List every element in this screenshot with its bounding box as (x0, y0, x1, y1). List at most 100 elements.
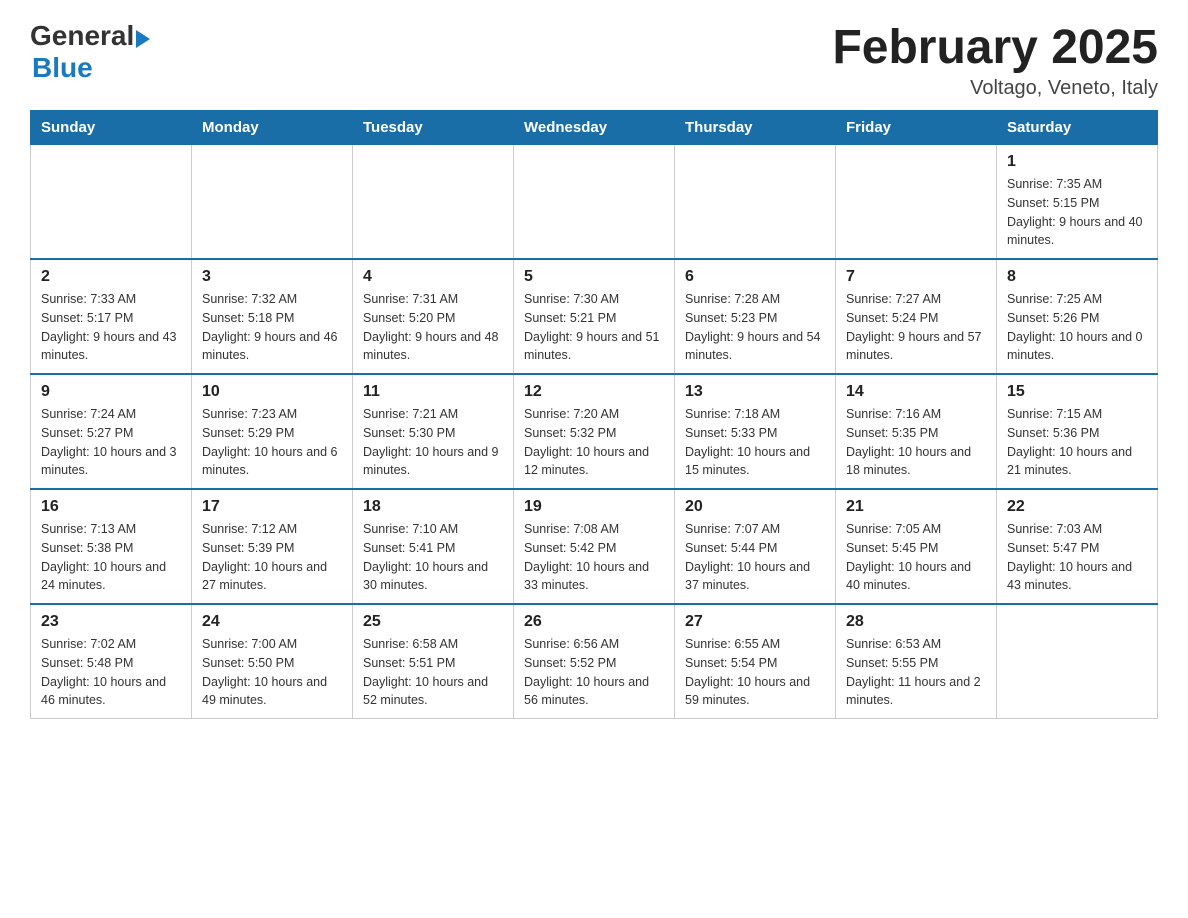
day-number: 13 (685, 383, 825, 401)
calendar-cell (675, 145, 836, 260)
day-number: 21 (846, 498, 986, 516)
day-number: 11 (363, 383, 503, 401)
calendar-cell: 24 Sunrise: 7:00 AMSunset: 5:50 PMDayligh… (192, 604, 353, 719)
day-number: 2 (41, 268, 181, 286)
day-info: Sunrise: 6:53 AMSunset: 5:55 PMDaylight:… (846, 635, 986, 710)
day-number: 25 (363, 613, 503, 631)
day-info: Sunrise: 7:31 AMSunset: 5:20 PMDaylight:… (363, 290, 503, 365)
calendar-cell: 27Sunrise: 6:55 AMSunset: 5:54 PMDayligh… (675, 604, 836, 719)
calendar-cell (31, 145, 192, 260)
weekday-header-row: Sunday Monday Tuesday Wednesday Thursday… (31, 111, 1158, 145)
day-number: 19 (524, 498, 664, 516)
header-wednesday: Wednesday (514, 111, 675, 145)
calendar-cell: 4 Sunrise: 7:31 AMSunset: 5:20 PMDaylight… (353, 259, 514, 374)
week-row-2: 2 Sunrise: 7:33 AMSunset: 5:17 PMDaylight… (31, 259, 1158, 374)
day-number: 9 (41, 383, 181, 401)
day-info: Sunrise: 7:13 AMSunset: 5:38 PMDaylight:… (41, 520, 181, 595)
day-number: 5 (524, 268, 664, 286)
logo-general-text: General (30, 20, 134, 52)
day-number: 24 (202, 613, 342, 631)
calendar-cell: 12Sunrise: 7:20 AMSunset: 5:32 PMDayligh… (514, 374, 675, 489)
day-info: Sunrise: 7:33 AMSunset: 5:17 PMDaylight:… (41, 290, 181, 365)
calendar-cell: 20 Sunrise: 7:07 AMSunset: 5:44 PMDayligh… (675, 489, 836, 604)
day-number: 7 (846, 268, 986, 286)
day-info: Sunrise: 7:32 AMSunset: 5:18 PMDaylight:… (202, 290, 342, 365)
day-info: Sunrise: 7:12 AMSunset: 5:39 PMDaylight:… (202, 520, 342, 595)
day-info: Sunrise: 7:08 AMSunset: 5:42 PMDaylight:… (524, 520, 664, 595)
calendar-cell: 7 Sunrise: 7:27 AMSunset: 5:24 PMDaylight… (836, 259, 997, 374)
day-info: Sunrise: 7:30 AMSunset: 5:21 PMDaylight:… (524, 290, 664, 365)
day-number: 22 (1007, 498, 1147, 516)
title-area: February 2025 Voltago, Veneto, Italy (832, 20, 1158, 100)
day-number: 20 (685, 498, 825, 516)
location-text: Voltago, Veneto, Italy (832, 77, 1158, 100)
calendar-cell (997, 604, 1158, 719)
day-info: Sunrise: 7:03 AMSunset: 5:47 PMDaylight:… (1007, 520, 1147, 595)
calendar-cell (192, 145, 353, 260)
month-title: February 2025 (832, 20, 1158, 75)
day-info: Sunrise: 7:05 AMSunset: 5:45 PMDaylight:… (846, 520, 986, 595)
calendar-cell: 13 Sunrise: 7:18 AMSunset: 5:33 PMDayligh… (675, 374, 836, 489)
day-info: Sunrise: 6:58 AMSunset: 5:51 PMDaylight:… (363, 635, 503, 710)
calendar-cell: 17Sunrise: 7:12 AMSunset: 5:39 PMDayligh… (192, 489, 353, 604)
day-info: Sunrise: 7:27 AMSunset: 5:24 PMDaylight:… (846, 290, 986, 365)
calendar-cell: 25 Sunrise: 6:58 AMSunset: 5:51 PMDayligh… (353, 604, 514, 719)
calendar-cell: 8Sunrise: 7:25 AMSunset: 5:26 PMDaylight… (997, 259, 1158, 374)
day-number: 27 (685, 613, 825, 631)
day-info: Sunrise: 7:02 AMSunset: 5:48 PMDaylight:… (41, 635, 181, 710)
day-number: 1 (1007, 153, 1147, 171)
logo-blue-text: Blue (32, 52, 93, 83)
calendar-cell: 19 Sunrise: 7:08 AMSunset: 5:42 PMDayligh… (514, 489, 675, 604)
day-info: Sunrise: 7:07 AMSunset: 5:44 PMDaylight:… (685, 520, 825, 595)
header-saturday: Saturday (997, 111, 1158, 145)
day-number: 23 (41, 613, 181, 631)
calendar-cell: 18 Sunrise: 7:10 AMSunset: 5:41 PMDayligh… (353, 489, 514, 604)
day-info: Sunrise: 6:56 AMSunset: 5:52 PMDaylight:… (524, 635, 664, 710)
calendar-cell: 6 Sunrise: 7:28 AMSunset: 5:23 PMDaylight… (675, 259, 836, 374)
calendar-table: Sunday Monday Tuesday Wednesday Thursday… (30, 110, 1158, 719)
calendar-cell: 10 Sunrise: 7:23 AMSunset: 5:29 PMDayligh… (192, 374, 353, 489)
calendar-cell: 9 Sunrise: 7:24 AMSunset: 5:27 PMDaylight… (31, 374, 192, 489)
day-number: 6 (685, 268, 825, 286)
calendar-cell: 2 Sunrise: 7:33 AMSunset: 5:17 PMDaylight… (31, 259, 192, 374)
calendar-cell: 14Sunrise: 7:16 AMSunset: 5:35 PMDayligh… (836, 374, 997, 489)
calendar-cell: 26 Sunrise: 6:56 AMSunset: 5:52 PMDayligh… (514, 604, 675, 719)
calendar-cell: 21 Sunrise: 7:05 AMSunset: 5:45 PMDayligh… (836, 489, 997, 604)
day-number: 28 (846, 613, 986, 631)
calendar-cell: 3 Sunrise: 7:32 AMSunset: 5:18 PMDaylight… (192, 259, 353, 374)
day-info: Sunrise: 7:00 AMSunset: 5:50 PMDaylight:… (202, 635, 342, 710)
calendar-cell: 23 Sunrise: 7:02 AMSunset: 5:48 PMDayligh… (31, 604, 192, 719)
calendar-cell (836, 145, 997, 260)
calendar-cell: 11 Sunrise: 7:21 AMSunset: 5:30 PMDayligh… (353, 374, 514, 489)
day-number: 10 (202, 383, 342, 401)
week-row-1: 1 Sunrise: 7:35 AMSunset: 5:15 PMDaylight… (31, 145, 1158, 260)
day-info: Sunrise: 7:23 AMSunset: 5:29 PMDaylight:… (202, 405, 342, 480)
calendar-cell: 1 Sunrise: 7:35 AMSunset: 5:15 PMDaylight… (997, 145, 1158, 260)
calendar-cell: 28 Sunrise: 6:53 AMSunset: 5:55 PMDayligh… (836, 604, 997, 719)
calendar-cell (353, 145, 514, 260)
day-number: 14 (846, 383, 986, 401)
day-number: 4 (363, 268, 503, 286)
day-info: Sunrise: 7:24 AMSunset: 5:27 PMDaylight:… (41, 405, 181, 480)
day-number: 15 (1007, 383, 1147, 401)
day-number: 3 (202, 268, 342, 286)
day-info: Sunrise: 7:28 AMSunset: 5:23 PMDaylight:… (685, 290, 825, 365)
calendar-cell: 5 Sunrise: 7:30 AMSunset: 5:21 PMDaylight… (514, 259, 675, 374)
week-row-4: 16Sunrise: 7:13 AMSunset: 5:38 PMDayligh… (31, 489, 1158, 604)
day-info: Sunrise: 7:21 AMSunset: 5:30 PMDaylight:… (363, 405, 503, 480)
logo-arrow-icon (136, 30, 150, 48)
header-sunday: Sunday (31, 111, 192, 145)
calendar-cell: 16Sunrise: 7:13 AMSunset: 5:38 PMDayligh… (31, 489, 192, 604)
day-info: Sunrise: 7:10 AMSunset: 5:41 PMDaylight:… (363, 520, 503, 595)
header-tuesday: Tuesday (353, 111, 514, 145)
day-number: 18 (363, 498, 503, 516)
calendar-cell (514, 145, 675, 260)
day-info: Sunrise: 7:25 AMSunset: 5:26 PMDaylight:… (1007, 290, 1147, 365)
week-row-3: 9 Sunrise: 7:24 AMSunset: 5:27 PMDaylight… (31, 374, 1158, 489)
calendar-cell: 15Sunrise: 7:15 AMSunset: 5:36 PMDayligh… (997, 374, 1158, 489)
header-monday: Monday (192, 111, 353, 145)
day-info: Sunrise: 7:35 AMSunset: 5:15 PMDaylight:… (1007, 175, 1147, 250)
day-number: 26 (524, 613, 664, 631)
page-header: General Blue February 2025 Voltago, Vene… (30, 20, 1158, 100)
day-info: Sunrise: 7:18 AMSunset: 5:33 PMDaylight:… (685, 405, 825, 480)
